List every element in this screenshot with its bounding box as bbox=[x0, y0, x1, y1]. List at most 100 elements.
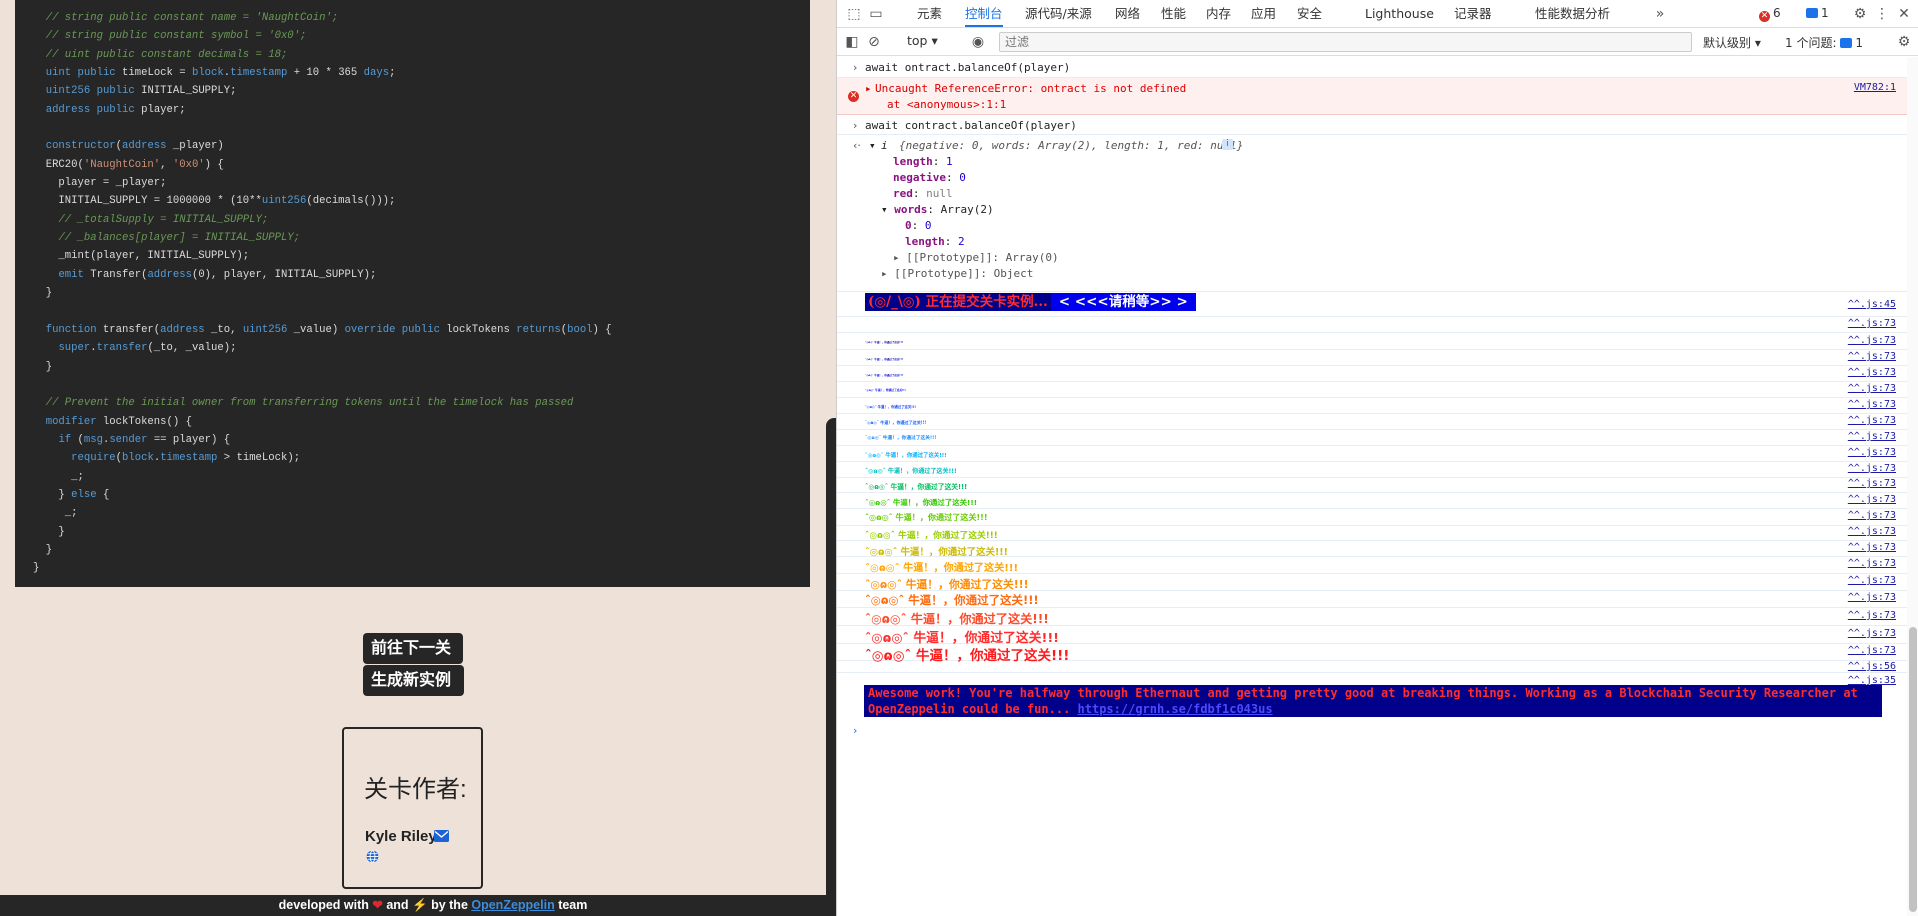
device-toolbar-icon[interactable]: ▭ bbox=[867, 5, 885, 23]
log-source-link[interactable]: ^^.js:73 bbox=[1848, 335, 1896, 346]
object-expand-icon[interactable]: ▾ bbox=[869, 139, 876, 152]
log-source-link[interactable]: ^^.js:73 bbox=[1848, 645, 1896, 656]
code-token: ; bbox=[389, 67, 396, 80]
log-source-link[interactable]: ^^.js:73 bbox=[1848, 415, 1896, 426]
log-source-link[interactable]: ^^.js:73 bbox=[1848, 463, 1896, 474]
mail-icon[interactable] bbox=[434, 830, 449, 842]
log-source-link[interactable]: ^^.js:73 bbox=[1848, 383, 1896, 394]
more-tabs-icon[interactable]: » bbox=[1651, 5, 1669, 23]
errors-count-badge[interactable]: ✕ 6 bbox=[1759, 6, 1781, 22]
tab-security[interactable]: 安全 bbox=[1297, 0, 1322, 27]
error-expand-icon[interactable]: ▸ bbox=[865, 82, 872, 95]
code-token: == player) { bbox=[147, 433, 231, 446]
log-levels-select[interactable]: 默认级别 ▾ bbox=[1703, 34, 1761, 51]
job-link[interactable]: https://grnh.se/fdbf1c043us bbox=[1078, 702, 1273, 716]
prototype-array-row[interactable]: ▸ [[Prototype]]: Array(0) bbox=[893, 251, 1059, 264]
log-source-link[interactable]: ^^.js:73 bbox=[1848, 447, 1896, 458]
log-source-link[interactable]: ^^.js:73 bbox=[1848, 628, 1896, 639]
level-author-card: 关卡作者: Kyle Riley bbox=[342, 727, 483, 889]
log-source-link[interactable]: ^^.js:73 bbox=[1848, 542, 1896, 553]
code-line: if (msg.sender == player) { bbox=[33, 431, 810, 449]
console-scrollbar[interactable] bbox=[1907, 57, 1918, 916]
log-source-link[interactable]: ^^.js:73 bbox=[1848, 399, 1896, 410]
clear-console-icon[interactable]: ⊘ bbox=[865, 33, 883, 51]
context-select[interactable]: top ▾ bbox=[907, 33, 938, 48]
log-source-link[interactable]: ^^.js:73 bbox=[1848, 610, 1896, 621]
inspect-element-icon[interactable]: ⬚ bbox=[845, 5, 863, 23]
live-expression-eye-icon[interactable]: ◉ bbox=[969, 33, 987, 51]
console-log-row: ^^.js:73 bbox=[837, 317, 1907, 334]
code-token: msg bbox=[83, 433, 103, 446]
log-source-link[interactable]: ^^.js:73 bbox=[1848, 494, 1896, 505]
waiting-text: (◎/_\◎) 正在提交关卡实例... bbox=[865, 293, 1051, 311]
messages-count-badge[interactable]: 1 bbox=[1806, 6, 1829, 20]
console-settings-icon[interactable]: ⚙ bbox=[1895, 33, 1913, 51]
prop-value: 0 bbox=[959, 171, 966, 184]
code-line: uint256 public INITIAL_SUPPLY; bbox=[33, 82, 810, 100]
log-source-link[interactable]: ^^.js:45 bbox=[1848, 299, 1896, 310]
prop-value: 2 bbox=[958, 235, 965, 248]
tab-application[interactable]: 应用 bbox=[1251, 0, 1276, 27]
console-log-row: ^^.js:35 bbox=[837, 673, 1907, 686]
tab-performance[interactable]: 性能 bbox=[1161, 0, 1186, 27]
log-source-link[interactable]: ^^.js:73 bbox=[1848, 526, 1896, 537]
code-token: (decimals())); bbox=[306, 195, 396, 208]
console-input-row: › await contract.balanceOf(player) bbox=[837, 115, 1907, 135]
code-line: _; bbox=[33, 468, 810, 486]
sidebar-toggle-icon[interactable]: ◧ bbox=[843, 33, 861, 51]
more-options-icon[interactable]: ⋮ bbox=[1873, 5, 1891, 23]
prop-key: negative bbox=[893, 171, 946, 184]
author-name[interactable]: Kyle Riley bbox=[365, 828, 437, 845]
tab-lighthouse[interactable]: Lighthouse bbox=[1365, 0, 1434, 27]
please-wait-text: < <<<请稍等>> > bbox=[1050, 293, 1196, 311]
log-source-link[interactable]: ^^.js:73 bbox=[1848, 558, 1896, 569]
error-source-link[interactable]: VM782:1 bbox=[1854, 82, 1896, 93]
code-token: uint bbox=[45, 67, 72, 80]
log-source-link[interactable]: ^^.js:73 bbox=[1848, 367, 1896, 378]
code-line: } bbox=[33, 541, 810, 559]
prop-words-0: 0: 0 bbox=[905, 219, 932, 232]
log-source-link[interactable]: ^^.js:73 bbox=[1848, 351, 1896, 362]
next-level-button[interactable]: 前往下一关 bbox=[363, 633, 463, 664]
console-filter-input[interactable] bbox=[999, 32, 1692, 52]
settings-gear-icon[interactable]: ⚙ bbox=[1851, 5, 1869, 23]
tab-memory[interactable]: 内存 bbox=[1206, 0, 1231, 27]
log-source-link[interactable]: ^^.js:73 bbox=[1848, 318, 1896, 329]
tab-performance-insights[interactable]: 性能数据分析 bbox=[1535, 0, 1610, 27]
prop-words[interactable]: ▾ words: Array(2) bbox=[881, 203, 994, 216]
tab-console[interactable]: 控制台 bbox=[965, 0, 1003, 27]
log-source-link[interactable]: ^^.js:73 bbox=[1848, 478, 1896, 489]
contract-source-code: // string public constant name = 'Naught… bbox=[15, 0, 810, 587]
tab-recorder[interactable]: 记录器 bbox=[1454, 0, 1492, 27]
close-devtools-icon[interactable]: ✕ bbox=[1895, 5, 1913, 23]
code-token: public bbox=[401, 323, 440, 336]
prototype-object-row[interactable]: ▸ [[Prototype]]: Object bbox=[881, 267, 1033, 280]
issues-button[interactable]: 1 个问题: 1 bbox=[1785, 34, 1863, 51]
code-token: public bbox=[96, 103, 135, 116]
log-source-link[interactable]: ^^.js:73 bbox=[1848, 431, 1896, 442]
openzeppelin-link[interactable]: OpenZeppelin bbox=[471, 898, 554, 912]
log-source-link[interactable]: ^^.js:73 bbox=[1848, 510, 1896, 521]
context-value: top bbox=[907, 33, 928, 48]
console-command: await contract.balanceOf(player) bbox=[865, 119, 1077, 132]
tab-sources[interactable]: 源代码/来源 bbox=[1025, 0, 1092, 27]
globe-icon[interactable] bbox=[366, 850, 379, 863]
level-passed-message: ˆ◎ɷ◎ˆ 牛逼！，你通过了这关!!! bbox=[865, 611, 1049, 626]
code-token: _value) bbox=[287, 323, 345, 336]
code-token: if bbox=[58, 433, 72, 446]
log-source-link[interactable]: ^^.js:56 bbox=[1848, 661, 1896, 672]
tab-elements[interactable]: 元素 bbox=[917, 0, 942, 27]
info-icon[interactable]: i bbox=[1222, 139, 1233, 150]
tab-network[interactable]: 网络 bbox=[1115, 0, 1140, 27]
code-token: _; bbox=[33, 507, 78, 520]
console-prompt-row[interactable]: › bbox=[837, 721, 1907, 741]
code-token: '0x0' bbox=[172, 158, 205, 171]
level-passed-message: ˆ◎ɷ◎ˆ 牛逼！，你通过了这关!!! bbox=[865, 512, 988, 523]
log-source-link[interactable]: ^^.js:73 bbox=[1848, 592, 1896, 603]
console-scroll-thumb[interactable] bbox=[1909, 627, 1917, 912]
log-source-link[interactable]: ^^.js:73 bbox=[1848, 575, 1896, 586]
code-line: // string public constant symbol = '0x0'… bbox=[33, 27, 810, 45]
new-instance-button[interactable]: 生成新实例 bbox=[363, 665, 464, 696]
